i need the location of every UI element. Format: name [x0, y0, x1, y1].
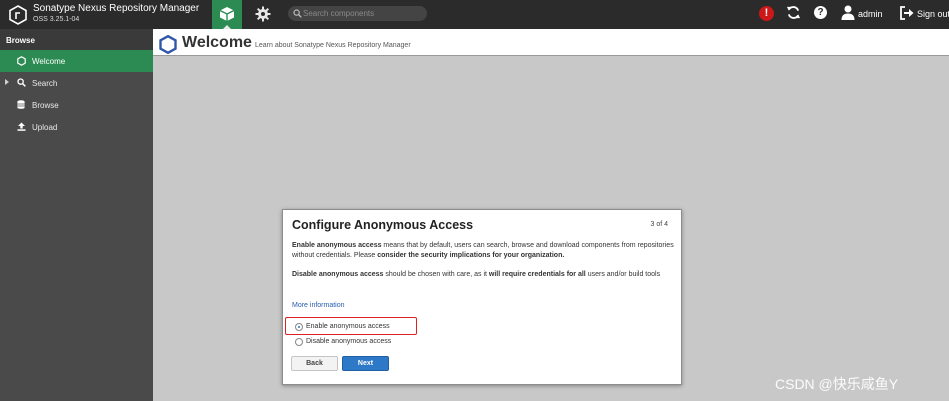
hexagon-icon: [17, 56, 26, 66]
disable-text: should be chosen with care, as it: [383, 271, 489, 278]
sign-out-icon[interactable]: [900, 6, 914, 20]
search-icon: [17, 78, 26, 87]
expand-arrow-icon[interactable]: [5, 79, 9, 85]
sidebar-item-label: Upload: [32, 123, 58, 132]
refresh-icon[interactable]: [786, 5, 801, 20]
user-icon[interactable]: [841, 5, 855, 20]
security-note: consider the security implications for y…: [377, 252, 565, 259]
sidebar: Browse Welcome Search Browse Upload: [0, 29, 153, 401]
sidebar-item-upload[interactable]: Upload: [0, 116, 153, 138]
upload-icon: [17, 122, 26, 131]
radio-unselected-icon[interactable]: [295, 338, 303, 346]
alert-icon[interactable]: !: [759, 6, 774, 21]
gear-icon: [255, 6, 271, 22]
credentials-note: will require credentials for all: [488, 271, 586, 278]
next-button[interactable]: Next: [342, 356, 389, 371]
radio-label[interactable]: Enable anonymous access: [306, 323, 390, 330]
page-title: Welcome: [182, 34, 252, 51]
watermark: CSDN @快乐咸鱼Y: [775, 376, 899, 392]
search-input[interactable]: [303, 7, 421, 20]
help-icon[interactable]: ?: [814, 6, 827, 19]
disable-text-end: users and/or build tools: [585, 271, 661, 278]
dialog-step-indicator: 3 of 4: [650, 221, 668, 228]
page-subtitle: Learn about Sonatype Nexus Repository Ma…: [255, 42, 411, 49]
sidebar-item-label: Welcome: [32, 57, 66, 66]
database-icon: [17, 100, 25, 109]
search-icon: [293, 9, 302, 18]
sidebar-header: Browse: [0, 29, 153, 50]
sidebar-item-browse[interactable]: Browse: [0, 94, 153, 116]
sidebar-item-welcome[interactable]: Welcome: [0, 50, 153, 72]
configure-anonymous-access-dialog: Configure Anonymous Access 3 of 4 Enable…: [282, 209, 682, 385]
enable-term: Enable anonymous access: [292, 242, 382, 249]
back-button[interactable]: Back: [291, 356, 338, 371]
sidebar-item-label: Search: [32, 79, 58, 88]
app-version: OSS 3.25.1-04: [33, 16, 80, 23]
sign-out-link[interactable]: Sign out: [917, 9, 949, 19]
sidebar-item-label: Browse: [32, 101, 59, 110]
disable-term: Disable anonymous access: [292, 271, 384, 278]
more-information-link[interactable]: More information: [292, 302, 345, 309]
top-bar: Sonatype Nexus Repository Manager OSS 3.…: [0, 0, 949, 29]
app-title: Sonatype Nexus Repository Manager: [33, 3, 200, 14]
admin-mode-button[interactable]: [250, 0, 276, 29]
browse-mode-button[interactable]: [212, 0, 242, 29]
sidebar-item-search[interactable]: Search: [0, 72, 153, 94]
cube-icon: [219, 7, 235, 21]
radio-label[interactable]: Disable anonymous access: [306, 338, 391, 345]
page-header: Welcome Learn about Sonatype Nexus Repos…: [153, 29, 949, 56]
dialog-title: Configure Anonymous Access: [292, 218, 474, 232]
enable-description: Enable anonymous access means that by de…: [292, 241, 676, 261]
disable-description: Disable anonymous access should be chose…: [292, 270, 676, 280]
radio-selected-icon[interactable]: [295, 323, 303, 331]
user-name[interactable]: admin: [858, 9, 883, 19]
hexagon-icon: [159, 35, 177, 54]
search-box[interactable]: [288, 6, 427, 21]
nexus-logo-icon: [9, 5, 27, 25]
